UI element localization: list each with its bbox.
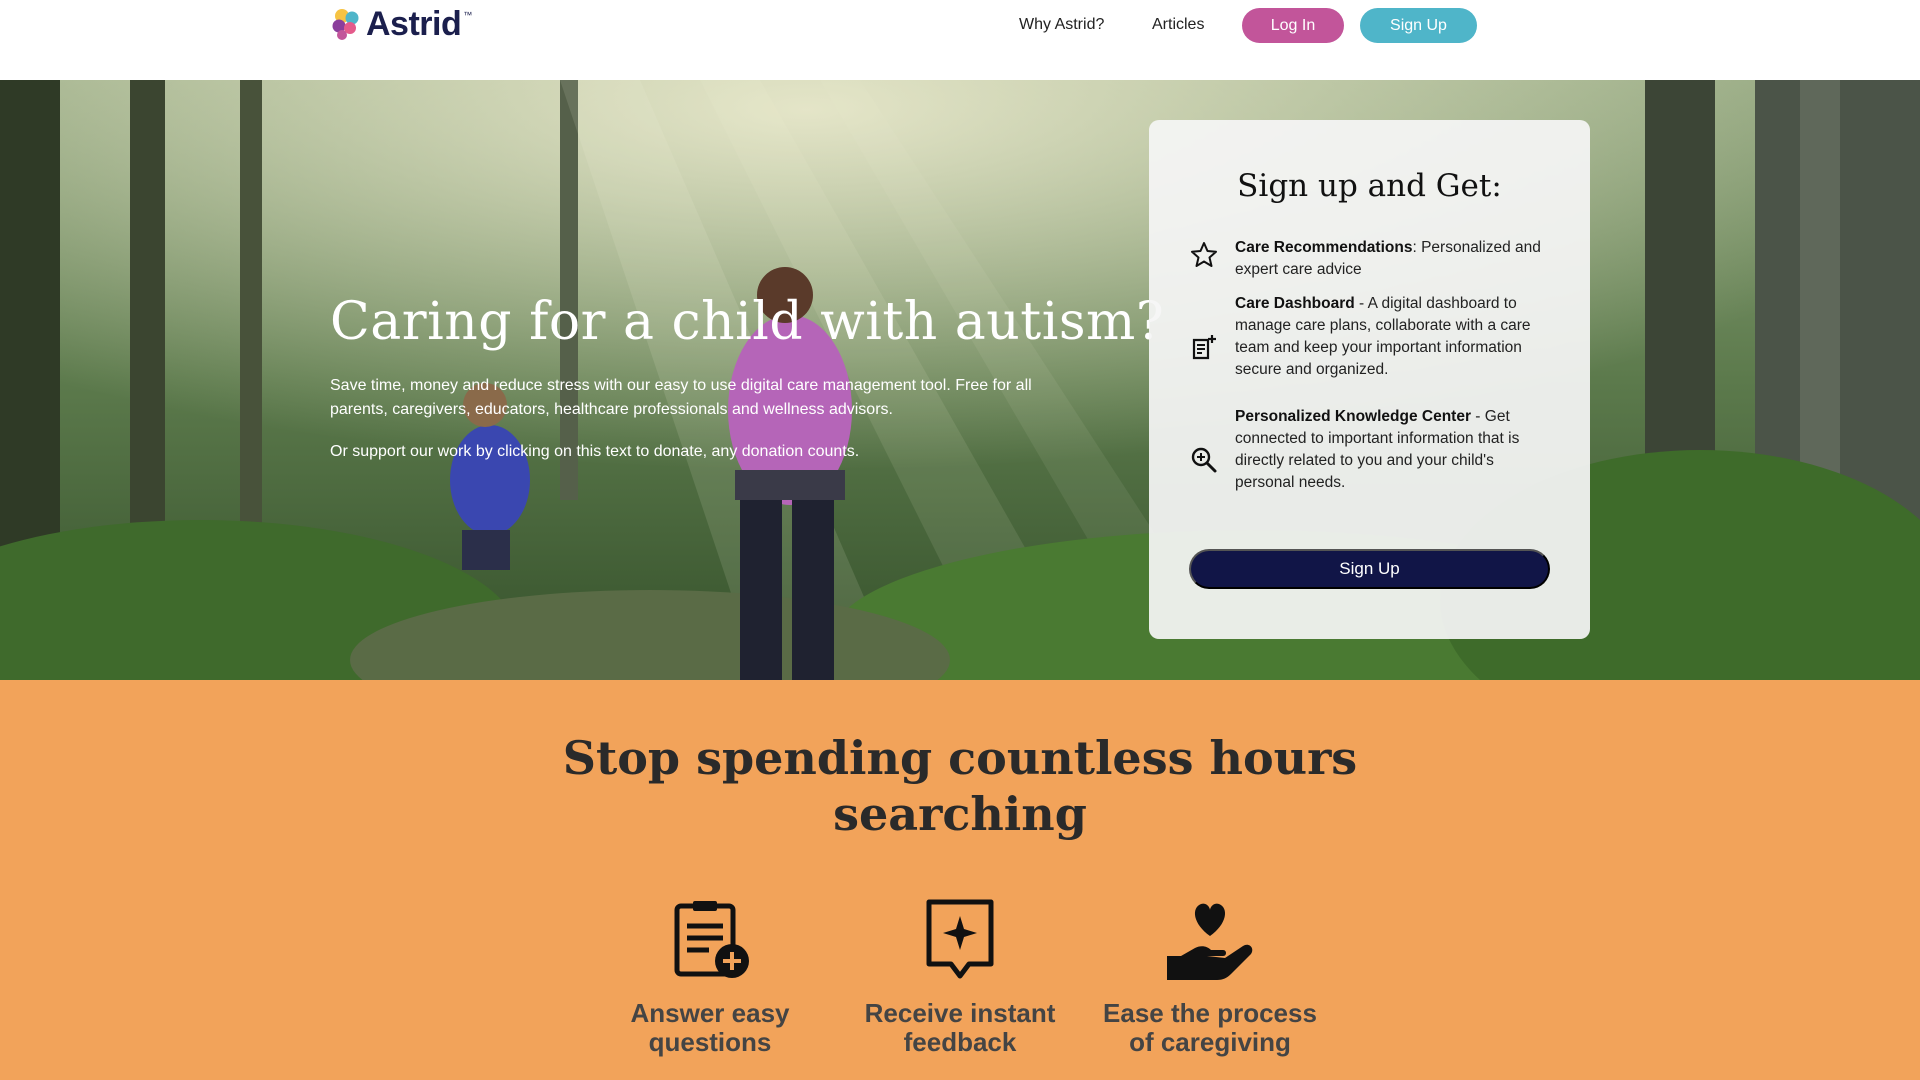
- feature-care-dashboard: Care Dashboard - A digital dashboard to …: [1235, 293, 1555, 381]
- nav-link-why-astrid[interactable]: Why Astrid?: [1019, 15, 1104, 35]
- features-section: Stop spending countless hours searching …: [0, 680, 1920, 1080]
- section-title: Stop spending countless hours searching: [562, 731, 1358, 841]
- logo-icon: [332, 9, 359, 40]
- hero-title: Caring for a child with autism?: [330, 292, 1165, 352]
- signup-card: Sign up and Get: Care Recommendations: P…: [1149, 120, 1590, 639]
- magnify-plus-icon: [1191, 447, 1217, 473]
- donate-link[interactable]: Or support our work by clicking on this …: [330, 443, 859, 461]
- top-nav: Astrid ™ Why Astrid? Articles Log In Sig…: [0, 0, 1920, 80]
- logo-trademark: ™: [463, 10, 473, 20]
- step-label-answer: Answer easy questions: [630, 998, 790, 1057]
- star-icon: [1191, 242, 1217, 267]
- hero-description: Save time, money and reduce stress with …: [330, 377, 1032, 418]
- feature-separator: -: [1471, 408, 1485, 425]
- clipboard-plus-icon: [674, 901, 749, 978]
- logo-text: Astrid: [366, 4, 462, 43]
- feature-name: Personalized Knowledge Center: [1235, 408, 1471, 425]
- feature-separator: -: [1354, 295, 1368, 312]
- step-label-ease: Ease the process of caregiving: [1103, 998, 1317, 1057]
- nav-link-articles[interactable]: Articles: [1152, 15, 1204, 35]
- heart-hand-icon: [1167, 903, 1253, 980]
- feature-care-recommendations: Care Recommendations: Personalized and e…: [1235, 237, 1555, 281]
- feature-name: Care Dashboard: [1235, 295, 1355, 312]
- login-button[interactable]: Log In: [1242, 8, 1344, 43]
- dashboard-note-icon: [1192, 335, 1216, 360]
- signup-button-card[interactable]: Sign Up: [1189, 549, 1550, 589]
- feature-separator: :: [1412, 239, 1422, 256]
- signup-button-top[interactable]: Sign Up: [1360, 8, 1477, 43]
- astrid-logo[interactable]: Astrid ™: [330, 4, 472, 44]
- card-title: Sign up and Get:: [1237, 168, 1502, 204]
- sparkle-badge-icon: [926, 899, 994, 979]
- step-label-feedback: Receive instant feedback: [864, 998, 1056, 1057]
- feature-name: Care Recommendations: [1235, 239, 1413, 256]
- feature-knowledge-center: Personalized Knowledge Center - Get conn…: [1235, 406, 1555, 494]
- hero-section: Caring for a child with autism? Save tim…: [0, 80, 1920, 680]
